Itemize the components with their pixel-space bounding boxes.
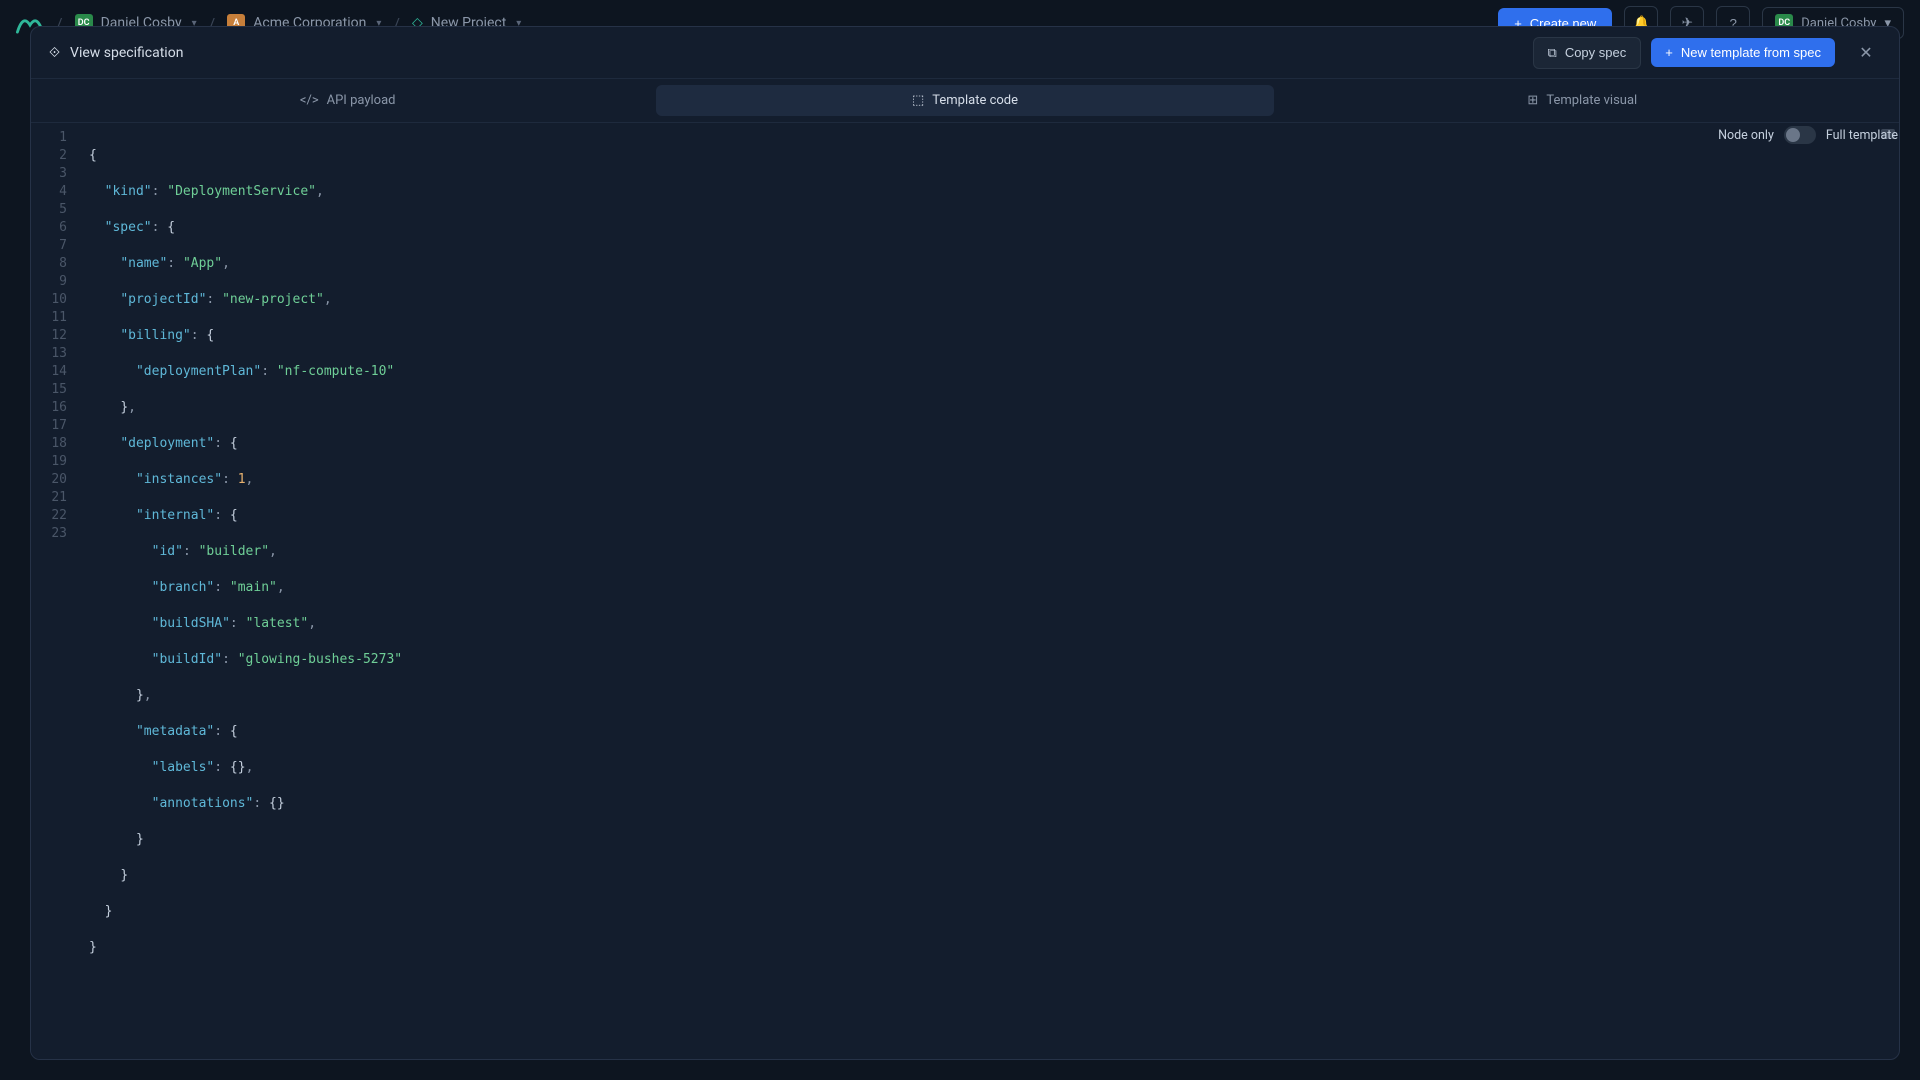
line-number: 8 [31, 255, 67, 273]
tab-api-payload[interactable]: </> API payload [39, 85, 656, 116]
line-number: 6 [31, 219, 67, 237]
copy-icon: ⧉ [1548, 45, 1557, 61]
line-number: 18 [31, 435, 67, 453]
code-editor[interactable]: 1234567891011121314151617181920212223 { … [31, 123, 1899, 1059]
new-template-button[interactable]: + New template from spec [1651, 38, 1835, 67]
copy-spec-button[interactable]: ⧉ Copy spec [1533, 37, 1642, 69]
view-spec-modal: ⟐ View specification ⧉ Copy spec + New t… [30, 26, 1900, 1060]
close-button[interactable]: ✕ [1851, 38, 1881, 68]
line-number: 10 [31, 291, 67, 309]
template-scope-toggle: Node only Full template [1718, 126, 1898, 144]
tab-code-label: Template code [932, 93, 1018, 108]
modal-title-text: View specification [70, 45, 183, 61]
line-number: 1 [31, 129, 67, 147]
line-number: 21 [31, 489, 67, 507]
close-icon: ✕ [1859, 43, 1872, 62]
new-template-label: New template from spec [1681, 45, 1821, 60]
line-number: 3 [31, 165, 67, 183]
line-number-gutter: 1234567891011121314151617181920212223 [31, 123, 75, 1059]
tab-api-label: API payload [327, 93, 396, 108]
toggle-left-label: Node only [1718, 128, 1774, 143]
line-number: 2 [31, 147, 67, 165]
visual-icon: ⊞ [1527, 93, 1538, 108]
line-number: 12 [31, 327, 67, 345]
line-number: 7 [31, 237, 67, 255]
modal-header: ⟐ View specification ⧉ Copy spec + New t… [31, 27, 1899, 79]
line-number: 16 [31, 399, 67, 417]
line-number: 4 [31, 183, 67, 201]
spec-icon: ⟐ [49, 45, 60, 61]
line-number: 5 [31, 201, 67, 219]
tab-visual-label: Template visual [1546, 93, 1637, 108]
toggle-switch[interactable] [1784, 126, 1816, 144]
tab-template-visual[interactable]: ⊞ Template visual [1274, 85, 1891, 116]
line-number: 20 [31, 471, 67, 489]
plus-icon: + [1665, 45, 1673, 60]
template-icon: ⬚ [912, 93, 924, 108]
modal-title: ⟐ View specification [49, 45, 183, 61]
line-number: 22 [31, 507, 67, 525]
line-number: 13 [31, 345, 67, 363]
code-content: { "kind": "DeploymentService", "spec": {… [75, 123, 1899, 1059]
copy-spec-label: Copy spec [1565, 45, 1626, 60]
line-number: 19 [31, 453, 67, 471]
line-number: 11 [31, 309, 67, 327]
toggle-right-label: Full template [1826, 128, 1898, 143]
line-number: 14 [31, 363, 67, 381]
tab-template-code[interactable]: ⬚ Template code [656, 85, 1273, 116]
tab-bar: </> API payload ⬚ Template code ⊞ Templa… [31, 79, 1899, 123]
line-number: 17 [31, 417, 67, 435]
code-icon: </> [300, 93, 319, 108]
line-number: 15 [31, 381, 67, 399]
line-number: 23 [31, 525, 67, 543]
line-number: 9 [31, 273, 67, 291]
